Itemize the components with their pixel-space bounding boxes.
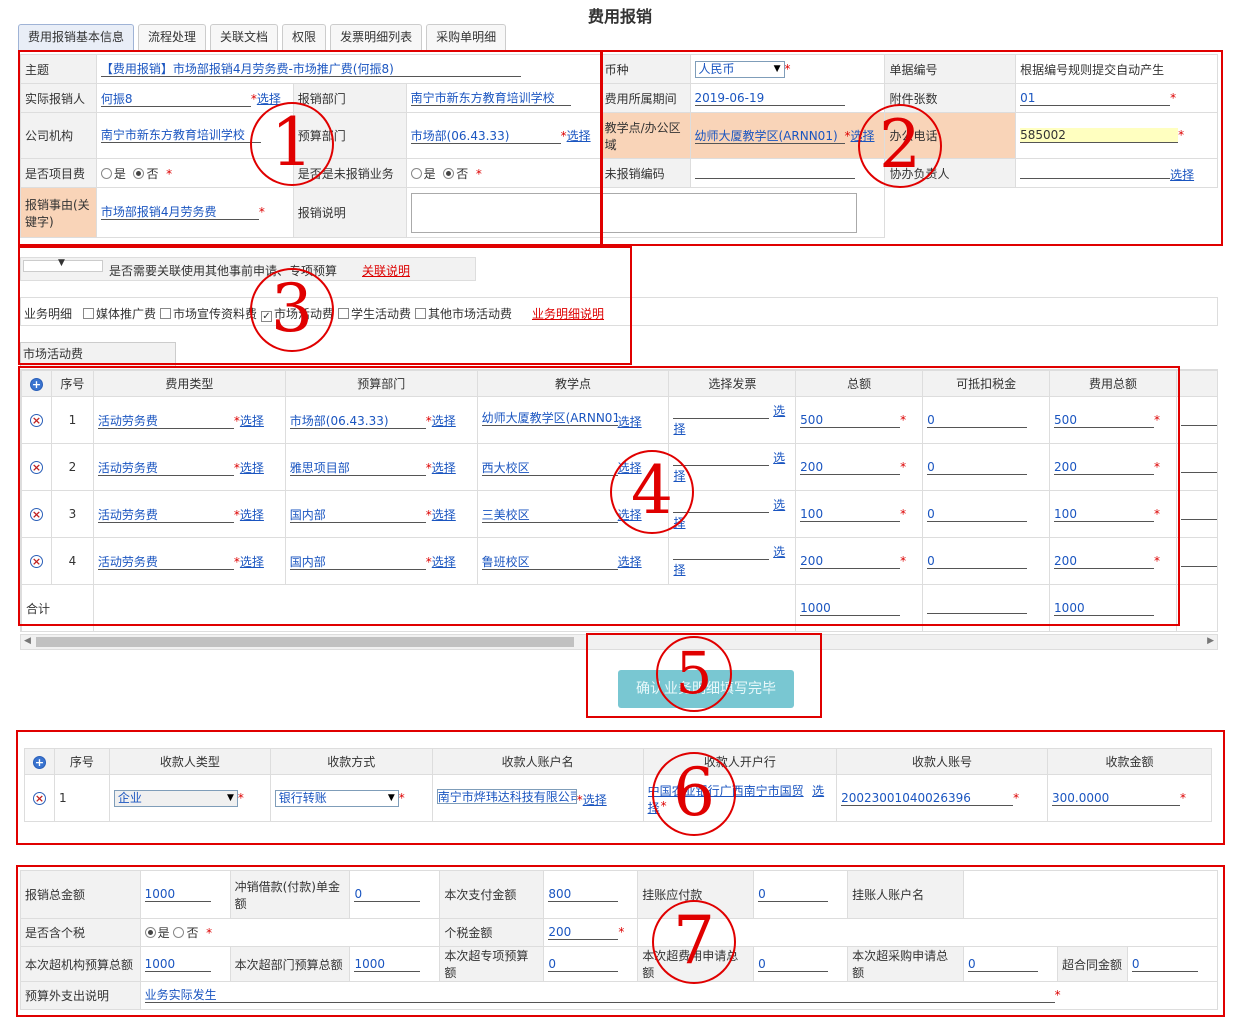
annotation-number-2: 2 (858, 104, 942, 188)
tab-related-docs[interactable]: 关联文档 (210, 24, 279, 50)
annotation-number-7: 7 (652, 900, 736, 984)
tab-invoice-list[interactable]: 发票明细列表 (330, 24, 423, 50)
tab-process[interactable]: 流程处理 (138, 24, 207, 50)
annotation-number-5: 5 (656, 636, 732, 712)
scroll-left-icon[interactable]: ◀ (24, 636, 31, 646)
annotation-box-4 (18, 366, 1180, 626)
scroll-right-icon[interactable]: ▶ (1207, 636, 1214, 646)
annotation-box-7 (16, 865, 1225, 1017)
annotation-number-4: 4 (610, 450, 694, 534)
scroll-thumb[interactable] (36, 637, 574, 647)
tab-basic-info[interactable]: 费用报销基本信息 (18, 24, 135, 50)
tab-bar: 费用报销基本信息 流程处理 关联文档 权限 发票明细列表 采购单明细 (18, 24, 510, 50)
annotation-number-1: 1 (250, 102, 334, 186)
annotation-number-6: 6 (652, 752, 736, 836)
annotation-number-3: 3 (250, 268, 334, 352)
annotation-box-6 (16, 730, 1225, 845)
tab-permission[interactable]: 权限 (282, 24, 327, 50)
tab-purchase-list[interactable]: 采购单明细 (426, 24, 507, 50)
